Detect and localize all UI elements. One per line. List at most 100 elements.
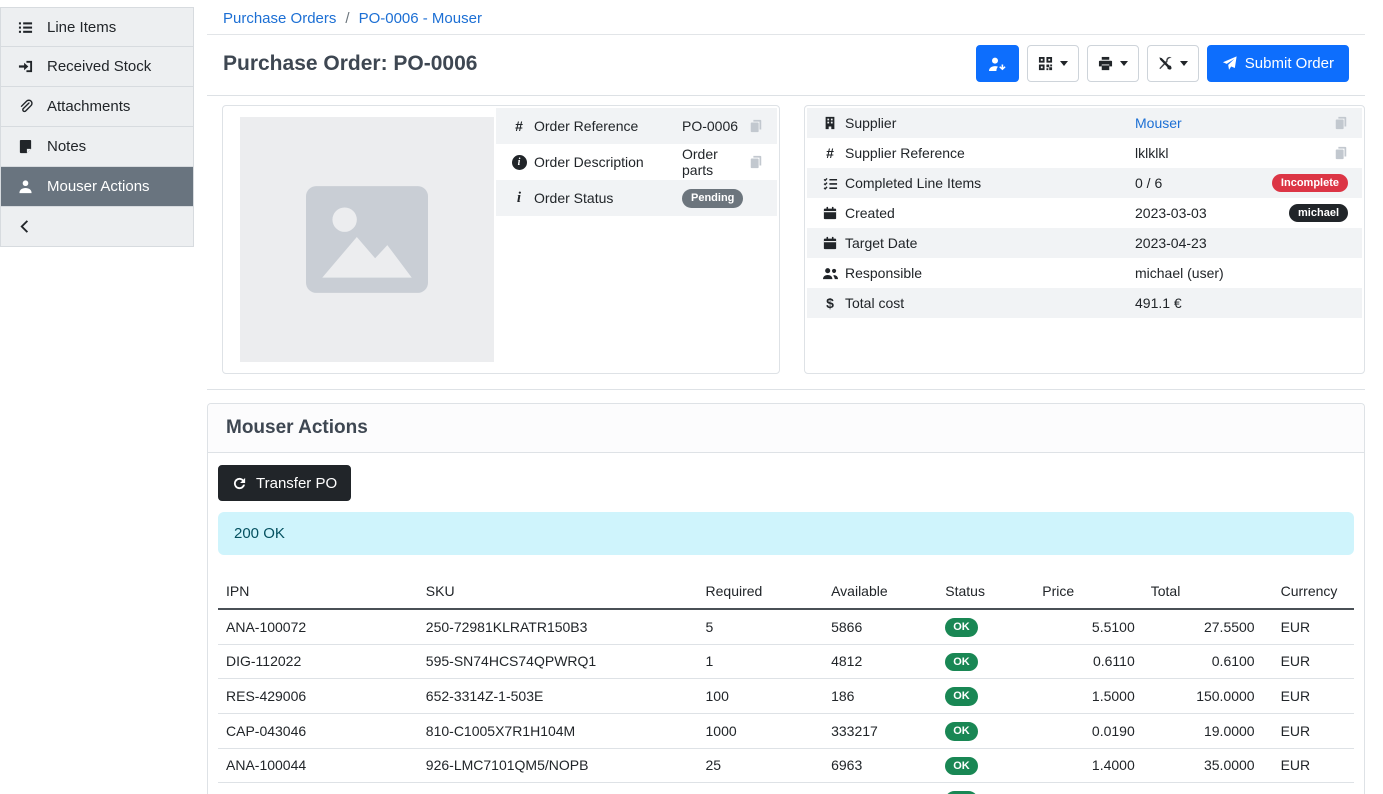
- supplier-details-card: SupplierMouser #Supplier Referencelklklkl…: [804, 105, 1365, 374]
- alert-text: 200 OK: [234, 525, 285, 542]
- chevron-left-icon: [16, 219, 34, 234]
- calendar-icon: [815, 206, 845, 220]
- status-badge: Incomplete: [1272, 174, 1348, 193]
- breadcrumb-link-purchase-orders[interactable]: Purchase Orders: [223, 10, 336, 27]
- mouser-panel-title: Mouser Actions: [226, 417, 1346, 439]
- note-icon: [16, 139, 34, 154]
- detail-label: Supplier Reference: [845, 145, 1135, 161]
- order-details-card: #Order ReferencePO-0006iOrder Descriptio…: [222, 105, 780, 374]
- mouser-results-table: IPNSKURequiredAvailableStatusPriceTotalC…: [218, 577, 1354, 794]
- user-icon: [16, 179, 34, 194]
- detail-value: PO-0006: [682, 118, 749, 134]
- detail-label: Order Status: [534, 190, 682, 206]
- detail-label: Order Reference: [534, 118, 682, 134]
- sidebar-item-line-items[interactable]: Line Items: [0, 7, 194, 47]
- refresh-icon: [232, 476, 247, 491]
- detail-row: Target Date2023-04-23: [807, 228, 1362, 258]
- sidebar-item-label: Notes: [47, 138, 86, 155]
- ok-status-badge: OK: [945, 757, 978, 776]
- table-row: RES-429006652-3314Z-1-503E100186OK1.5000…: [218, 679, 1354, 714]
- sidebar-item-attachments[interactable]: Attachments: [0, 87, 194, 127]
- paper-plane-icon: [1222, 56, 1237, 71]
- detail-value-link[interactable]: Mouser: [1135, 115, 1334, 131]
- detail-label: Total cost: [845, 295, 1135, 311]
- barcode-menu-button[interactable]: [1027, 45, 1079, 82]
- dollar-icon: $: [815, 296, 845, 310]
- sidebar: Line Items Received Stock Attachments Notes…: [0, 0, 194, 794]
- breadcrumb-link-current-order[interactable]: PO-0006 - Mouser: [359, 10, 482, 27]
- submit-order-label: Submit Order: [1245, 55, 1334, 72]
- order-image-placeholder[interactable]: [240, 117, 494, 362]
- detail-row: Responsiblemichael (user): [807, 258, 1362, 288]
- detail-value: michael (user): [1135, 265, 1348, 281]
- sidebar-item-label: Mouser Actions: [47, 178, 150, 195]
- ok-status-badge: OK: [945, 618, 978, 637]
- caret-down-icon: [1120, 61, 1128, 66]
- order-details-table: #Order ReferencePO-0006iOrder Descriptio…: [494, 106, 779, 218]
- page-header: Purchase Order: PO-0006: [207, 35, 1365, 96]
- submit-order-button[interactable]: Submit Order: [1207, 45, 1349, 82]
- column-header-status: Status: [937, 577, 1034, 609]
- ok-status-badge: OK: [945, 687, 978, 706]
- sidebar-item-notes[interactable]: Notes: [0, 127, 194, 167]
- table-row: ANA-100044926-LMC7101QM5/NOPB256963OK1.4…: [218, 748, 1354, 783]
- column-header-required: Required: [698, 577, 824, 609]
- detail-value: lklklkl: [1135, 145, 1334, 161]
- sidebar-item-mouser-actions[interactable]: Mouser Actions: [0, 167, 194, 207]
- list-check-icon: [815, 176, 845, 191]
- detail-row: #Order ReferencePO-0006: [496, 108, 777, 144]
- mouser-table-head-row: IPNSKURequiredAvailableStatusPriceTotalC…: [218, 577, 1354, 609]
- mouser-panel-header: Mouser Actions: [208, 404, 1364, 453]
- sidebar-collapse-button[interactable]: [0, 207, 194, 247]
- print-menu-button[interactable]: [1087, 45, 1139, 82]
- user-action-button[interactable]: [976, 45, 1019, 82]
- detail-value: 2023-03-03: [1135, 205, 1289, 221]
- detail-label: Created: [845, 205, 1135, 221]
- hash-icon: #: [815, 146, 845, 160]
- order-details-area: #Order ReferencePO-0006iOrder Descriptio…: [207, 96, 1365, 390]
- copy-icon[interactable]: [1334, 146, 1348, 160]
- column-header-price: Price: [1034, 577, 1142, 609]
- ok-status-badge: OK: [945, 722, 978, 741]
- detail-label: Target Date: [845, 235, 1135, 251]
- table-row: ANA-100072250-72981KLRATR150B355866OK5.5…: [218, 609, 1354, 644]
- column-header-available: Available: [823, 577, 937, 609]
- sidebar-nav: Line Items Received Stock Attachments Notes…: [0, 7, 194, 207]
- caret-down-icon: [1060, 61, 1068, 66]
- column-header-currency: Currency: [1263, 577, 1354, 609]
- transfer-po-button[interactable]: Transfer PO: [218, 465, 351, 501]
- detail-row: SupplierMouser: [807, 108, 1362, 138]
- copy-icon[interactable]: [749, 155, 763, 169]
- detail-label: Order Description: [534, 154, 682, 170]
- caret-down-icon: [1180, 61, 1188, 66]
- status-badge: Pending: [682, 189, 743, 208]
- detail-value: Order parts: [682, 146, 749, 178]
- sidebar-item-received-stock[interactable]: Received Stock: [0, 47, 194, 87]
- qrcode-icon: [1038, 56, 1053, 71]
- detail-row: Completed Line Items0 / 6Incomplete: [807, 168, 1362, 198]
- copy-icon[interactable]: [1334, 116, 1348, 130]
- detail-value: 491.1 €: [1135, 295, 1348, 311]
- mouser-actions-panel: Mouser Actions Transfer PO 200 OK IPNSKU…: [207, 403, 1365, 794]
- mouser-table-body: ANA-100072250-72981KLRATR150B355866OK5.5…: [218, 609, 1354, 794]
- column-header-sku: SKU: [418, 577, 698, 609]
- detail-row: Created2023-03-03michael: [807, 198, 1362, 228]
- detail-row: iOrder DescriptionOrder parts: [496, 144, 777, 180]
- printer-icon: [1098, 56, 1113, 71]
- table-row: DIG-112022595-SN74HCS74QPWRQ114812OK0.61…: [218, 644, 1354, 679]
- order-actions-menu-button[interactable]: [1147, 45, 1199, 82]
- breadcrumb-separator: /: [345, 10, 349, 27]
- info-circle-icon: i: [504, 155, 534, 170]
- purchase-order-section: Purchase Order: PO-0006: [207, 35, 1365, 390]
- sidebar-item-label: Line Items: [47, 19, 116, 36]
- info-italic-icon: i: [504, 190, 534, 207]
- detail-row: $Total cost491.1 €: [807, 288, 1362, 318]
- users-icon: [815, 266, 845, 281]
- copy-icon[interactable]: [749, 119, 763, 133]
- detail-value: 2023-04-23: [1135, 235, 1348, 251]
- table-row: SWT-200005611-110.107.011/02054747OK5.72…: [218, 783, 1354, 794]
- hash-icon: #: [504, 119, 534, 133]
- detail-row: iOrder StatusPending: [496, 180, 777, 216]
- sidebar-item-label: Received Stock: [47, 58, 151, 75]
- main-content: Purchase Orders / PO-0006 - Mouser Purch…: [194, 0, 1383, 794]
